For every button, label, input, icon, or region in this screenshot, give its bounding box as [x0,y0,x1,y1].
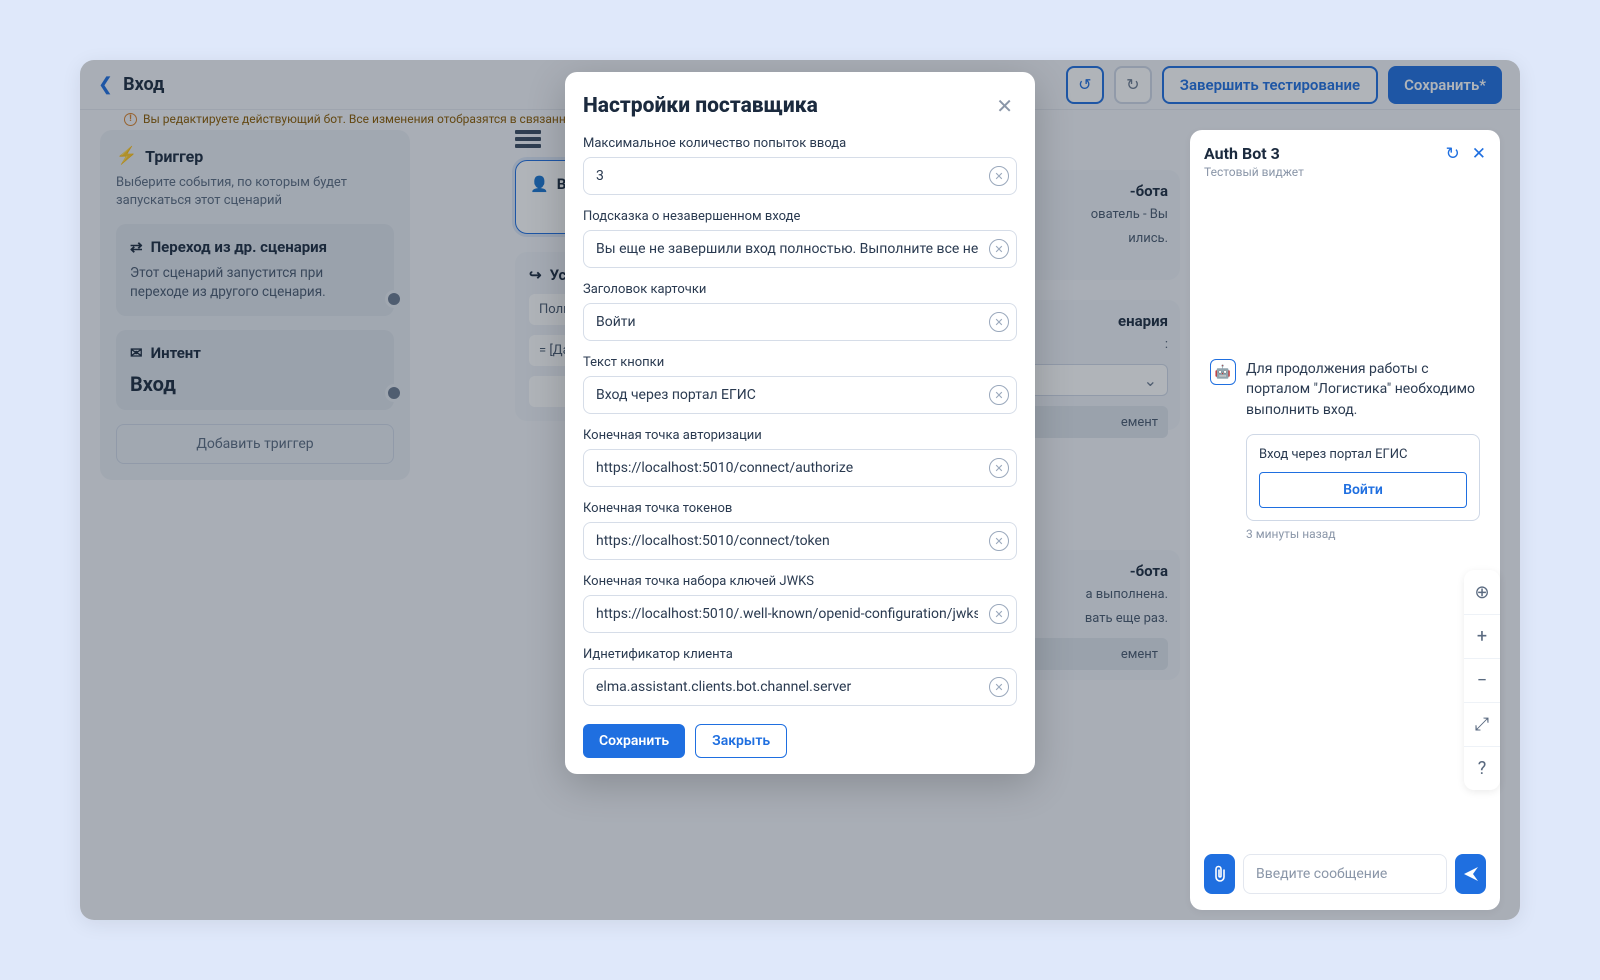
zoom-out-button[interactable]: − [1464,658,1500,702]
modal-title: Настройки поставщика [583,94,818,118]
field-label: Заголовок карточки [583,282,1017,297]
card-title-input[interactable] [583,303,1017,341]
modal-close-button[interactable]: ✕ [992,90,1017,122]
jwks-input[interactable] [583,595,1017,633]
clear-icon[interactable]: ✕ [989,385,1009,405]
collapse-button[interactable]: ⤢ [1464,702,1500,746]
chat-title: Auth Bot 3 [1204,144,1304,163]
bot-message: 🤖 Для продолжения работы с порталом "Лог… [1210,359,1480,541]
field-label: Конечная точка токенов [583,501,1017,516]
clear-icon[interactable]: ✕ [989,531,1009,551]
help-button[interactable]: ? [1464,746,1500,790]
zoom-toolbar: ⊕ + − ⤢ ? [1464,570,1500,790]
max-attempts-input[interactable] [583,157,1017,195]
field-label: Текст кнопки [583,355,1017,370]
zoom-in-button[interactable]: + [1464,614,1500,658]
send-button[interactable] [1455,854,1486,894]
refresh-icon[interactable]: ↻ [1446,144,1460,164]
chat-subtitle: Тестовый виджет [1204,165,1304,179]
provider-settings-modal: Настройки поставщика ✕ Максимальное коли… [565,72,1035,774]
auth-endpoint-input[interactable] [583,449,1017,487]
clear-icon[interactable]: ✕ [989,677,1009,697]
field-label: Максимальное количество попыток ввода [583,136,1017,151]
token-endpoint-input[interactable] [583,522,1017,560]
client-id-input[interactable] [583,668,1017,706]
close-icon[interactable]: ✕ [1472,144,1486,164]
field-label: Конечная точка авторизации [583,428,1017,443]
send-icon [1463,866,1479,882]
button-text-input[interactable] [583,376,1017,414]
field-label: Подсказка о незавершенном входе [583,209,1017,224]
clear-icon[interactable]: ✕ [989,312,1009,332]
clear-icon[interactable]: ✕ [989,604,1009,624]
clear-icon[interactable]: ✕ [989,458,1009,478]
field-label: Конечная точка набора ключей JWKS [583,574,1017,589]
message-timestamp: 3 минуты назад [1246,527,1480,541]
zoom-fit-button[interactable]: ⊕ [1464,570,1500,614]
modal-close-text-button[interactable]: Закрыть [695,724,787,758]
login-button[interactable]: Войти [1259,472,1467,508]
clear-icon[interactable]: ✕ [989,239,1009,259]
field-label: Иднетификатор клиента [583,647,1017,662]
paperclip-icon [1212,865,1228,883]
attach-button[interactable] [1204,854,1235,894]
modal-save-button[interactable]: Сохранить [583,724,685,758]
clear-icon[interactable]: ✕ [989,166,1009,186]
hint-input[interactable] [583,230,1017,268]
chat-test-panel: Auth Bot 3 Тестовый виджет ↻ ✕ 🤖 Для про… [1190,130,1500,910]
message-input[interactable] [1243,854,1447,894]
login-card: Вход через портал ЕГИС Войти [1246,434,1480,521]
bot-avatar-icon: 🤖 [1210,359,1236,385]
